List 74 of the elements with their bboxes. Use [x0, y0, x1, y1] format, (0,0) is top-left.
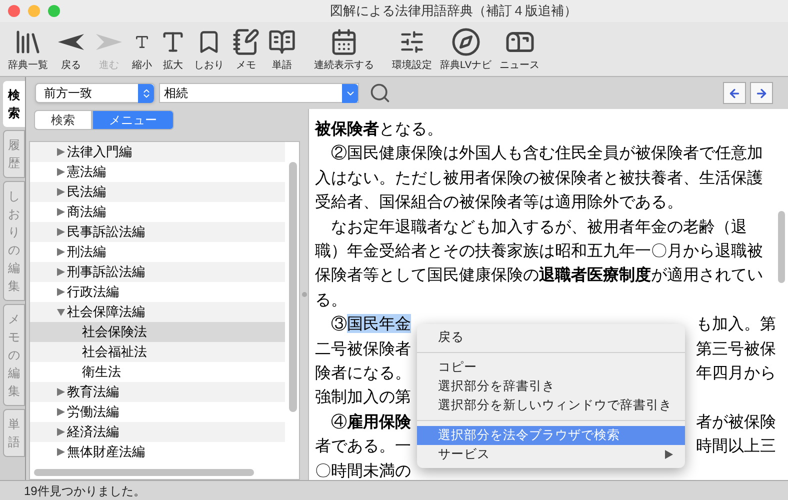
forward-button[interactable] [750, 82, 773, 104]
menu-item[interactable]: 選択部分を新しいウィンドウで辞書引き [417, 396, 685, 415]
toolbar-button[interactable]: メモ [228, 23, 264, 73]
close-icon[interactable] [8, 5, 20, 17]
side-tab[interactable]: 検索 [3, 81, 25, 127]
toolbar-button[interactable]: ニュース [496, 23, 544, 73]
dropdown-icon [342, 84, 358, 102]
tree-item[interactable]: 法律入門編 [30, 142, 285, 162]
toolbar-button[interactable]: 拡大 [156, 23, 190, 73]
article-text: ③国民年金 [330, 313, 411, 336]
article-text: 〇時間未満の [315, 460, 411, 480]
tree-item[interactable]: 社会保障法編 [30, 302, 285, 322]
right-arrow-icon [94, 31, 124, 53]
settings-icon [399, 29, 425, 55]
selected-text: 国民年金 [347, 314, 411, 334]
article-text: 者である。一 [315, 435, 411, 458]
book-icon [268, 28, 296, 56]
back-button[interactable] [723, 82, 746, 104]
article-text: も加入。第 [696, 313, 776, 336]
tree-item[interactable]: 教育法編 [30, 382, 285, 402]
menu-item[interactable]: サービス [417, 445, 685, 464]
article-text: 者が被保険 [696, 410, 776, 433]
article-text: 受給者、国保組合の被保険者等は適用除外である。 [315, 191, 683, 214]
article-text: 年四月から [696, 362, 776, 384]
article-text: 被保険者となる。 [315, 118, 443, 140]
segment-button[interactable]: 検索 [34, 110, 92, 130]
toolbar-button[interactable]: 単語 [264, 23, 300, 73]
tree-item[interactable]: 経済法編 [30, 422, 285, 442]
menu-item[interactable]: 戻る [417, 328, 685, 347]
collapse-triangle-icon[interactable] [57, 307, 65, 317]
toolbar-button[interactable]: 戻る [52, 23, 90, 73]
article-text: 第三号被保 [696, 338, 776, 360]
right-arrow-icon [755, 86, 768, 100]
toolbar-button[interactable]: 連続表示する [310, 23, 378, 73]
left-arrow-icon [728, 86, 741, 100]
window-title: 図解による法律用語辞典（補訂４版追補） [330, 2, 577, 20]
article-text: 入はない。ただし被用者保険の被保険者と被扶養者、生活保護 [315, 166, 763, 189]
article-text: ②国民健康保険は外国人も含む住民全員が被保険者で任意加 [330, 142, 763, 164]
article-text: 強制加入の第 [315, 386, 411, 408]
tree-item[interactable]: 刑事訴訟法編 [30, 262, 285, 282]
memo-icon [232, 28, 260, 56]
toolbar-button[interactable]: 環境設定 [388, 23, 436, 73]
article-text: る。 [315, 288, 347, 311]
toolbar-button[interactable]: 辞典LVナビ [436, 23, 496, 73]
toolbar-button[interactable]: しおり [190, 23, 228, 73]
article-text: 職）年金受給者とその扶養家族は昭和五九年一〇月から退職被 [315, 240, 763, 262]
menu-item[interactable]: 選択部分を辞書引き [417, 377, 685, 396]
tree-item[interactable]: 民事訴訟法編 [30, 222, 285, 242]
left-arrow-icon [56, 31, 86, 53]
article-text: 保険者等として国民健康保険の退職者医療制度が適用されてい [315, 264, 763, 286]
menu-item[interactable]: コピー [417, 358, 685, 377]
submenu-arrow-icon [665, 450, 673, 459]
search-icon[interactable] [369, 82, 391, 104]
article-text: 二号被保険者 [315, 338, 411, 360]
article-text: 険者になる。 [315, 362, 411, 384]
article-text: ④雇用保険 [330, 410, 411, 433]
horizontal-scrollbar[interactable] [34, 469, 254, 476]
segment-button[interactable]: メニュー [92, 110, 174, 130]
status-bar: 19件見つかりました。 [0, 480, 788, 500]
toolbar-button[interactable]: 縮小 [128, 23, 156, 73]
stepper-icon [138, 84, 154, 102]
search-field[interactable]: 相続 [159, 83, 359, 103]
vertical-scrollbar[interactable] [778, 211, 785, 283]
compass-icon [450, 27, 481, 57]
article-text: 時間以上三 [696, 435, 776, 458]
vertical-scrollbar[interactable] [289, 162, 297, 412]
match-mode-select[interactable]: 前方一致 [35, 83, 155, 103]
toolbar-button[interactable]: 辞典一覧 [4, 23, 52, 73]
article-text: なお定年退職者なども加入するが、被用者年金の老齢（退 [330, 216, 747, 238]
splitter-handle[interactable] [302, 292, 306, 297]
letter-icon [134, 34, 150, 50]
tree-item[interactable]: 社会福祉法 [30, 342, 285, 362]
tree-item[interactable]: 民法編 [30, 182, 285, 202]
tree-item[interactable]: 社会保険法 [30, 322, 285, 342]
